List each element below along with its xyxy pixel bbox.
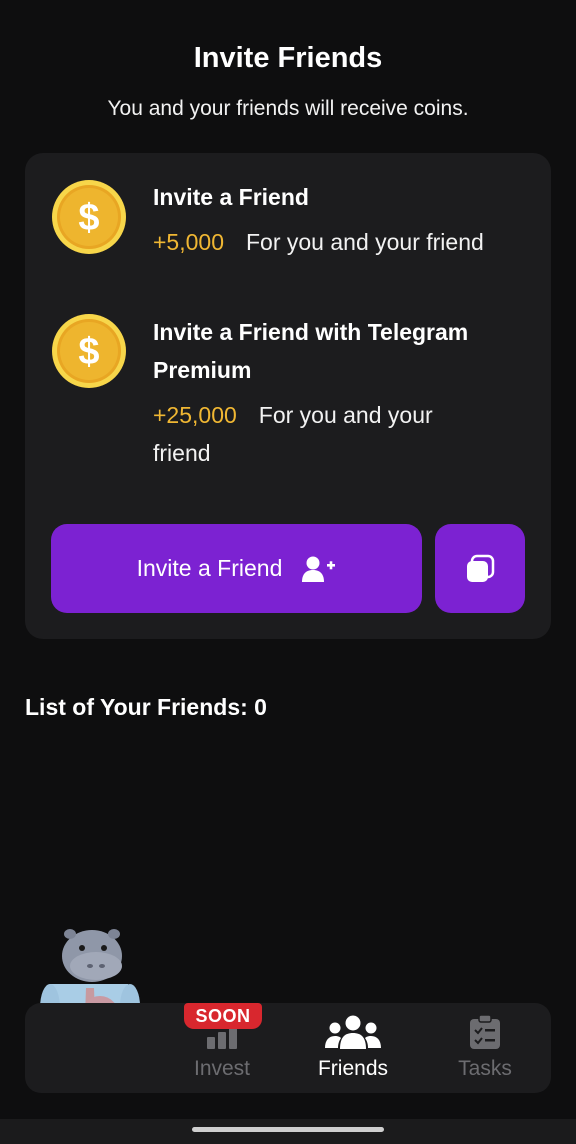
dollar-coin-icon: $ [52,314,126,388]
page-title: Invite Friends [193,42,383,74]
offer-description: For you and your friend [246,229,484,255]
home-indicator-handle[interactable] [192,1127,384,1132]
copy-link-button[interactable] [435,524,525,613]
invite-card: $ Invite a Friend +5,000 For you and your… [25,153,551,639]
invite-friend-button[interactable]: Invite a Friend [51,524,422,613]
nav-item-friends[interactable]: Friends [293,1003,413,1093]
nav-item-label: Tasks [458,1057,512,1080]
soon-badge: SOON [184,1003,262,1029]
users-icon [325,1015,381,1049]
offer-description-continued: friend [153,440,211,466]
copy-icon [467,554,495,582]
checklist-icon [470,1015,500,1049]
nav-item-label: Invest [193,1057,251,1080]
offer-amount: +25,000 [153,402,237,428]
offer-title-continued: Premium [153,357,252,383]
bar-chart-icon [207,1027,237,1049]
friends-list-header: List of Your Friends: 0 [25,694,267,720]
nav-item-tasks[interactable]: Tasks [425,1003,545,1093]
svg-text:$: $ [78,197,99,239]
offer-amount: +5,000 [153,229,224,255]
offer-reward: +5,000 For you and your friend [153,223,484,261]
offer-title: Invite a Friend [153,184,309,210]
page-subtitle: You and your friends will receive coins. [107,97,469,120]
offer-reward: +25,000 For you and your [153,396,433,434]
nav-item-label: Friends [317,1057,389,1080]
offer-title: Invite a Friend with Telegram [153,319,469,345]
offer-description: For you and your [258,402,433,428]
bottom-navigation: Invest SOON Friends Tasks [25,1003,551,1093]
svg-text:$: $ [78,331,99,373]
add-user-icon [302,556,336,582]
invite-button-label: Invite a Friend [136,555,283,581]
dollar-coin-icon: $ [52,180,126,254]
